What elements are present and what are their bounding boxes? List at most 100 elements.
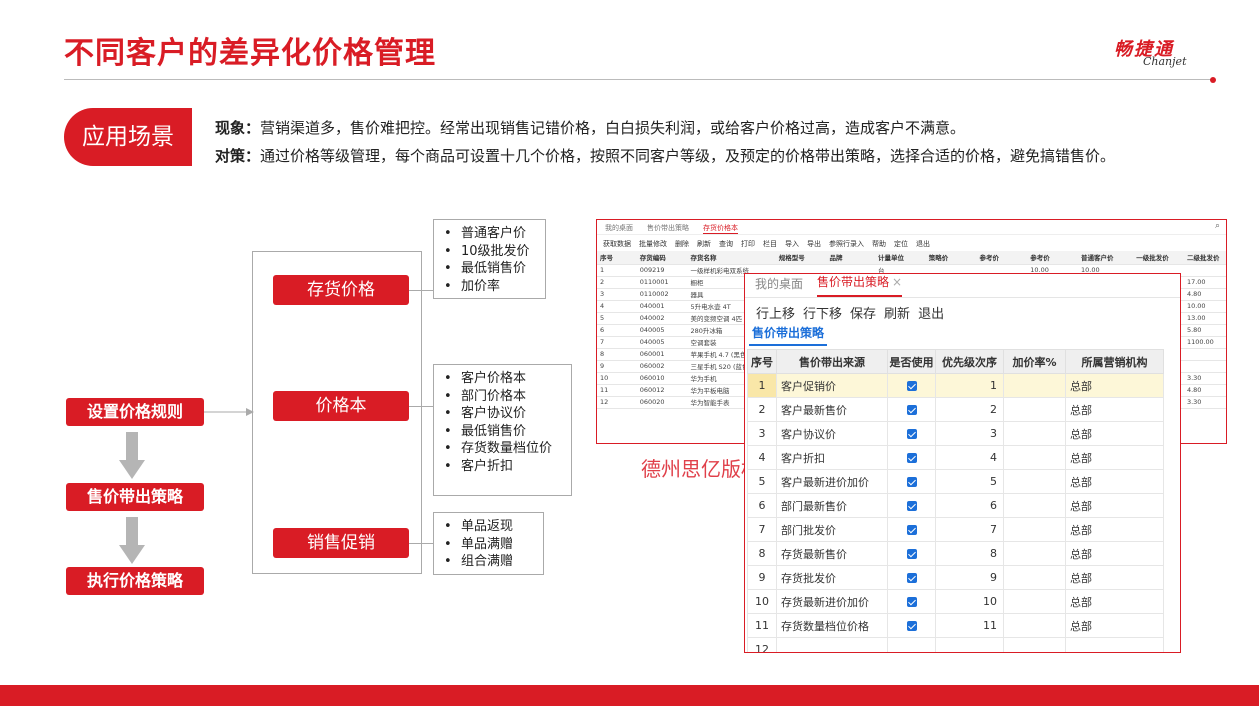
toolbar-button[interactable]: 帮助 [872, 239, 886, 251]
row-priority[interactable]: 9 [935, 565, 1004, 590]
row-used[interactable] [887, 613, 936, 638]
row-org[interactable]: 总部 [1065, 613, 1164, 638]
table-row[interactable]: 11 存货数量档位价格 11 总部 [747, 613, 1164, 638]
row-used[interactable] [887, 373, 936, 398]
checkbox-checked-icon[interactable] [906, 525, 917, 535]
row-priority[interactable]: 1 [935, 373, 1004, 398]
row-used[interactable] [887, 421, 936, 446]
row-used[interactable] [887, 565, 936, 590]
tab-price-strategy[interactable]: 售价带出策略 × [817, 274, 903, 297]
row-markup[interactable] [1003, 565, 1066, 590]
checkbox-checked-icon[interactable] [906, 501, 917, 511]
table-row[interactable]: 6 部门最新售价 6 总部 [747, 493, 1164, 518]
close-icon[interactable]: × [892, 275, 902, 289]
table-row[interactable]: 5 客户最新进价加价 5 总部 [747, 469, 1164, 494]
row-source[interactable]: 客户最新售价 [776, 397, 888, 422]
checkbox-checked-icon[interactable] [906, 621, 917, 631]
row-markup[interactable] [1003, 589, 1066, 614]
row-source[interactable]: 客户折扣 [776, 445, 888, 470]
row-priority[interactable]: 2 [935, 397, 1004, 422]
move-row-up-button[interactable]: 行上移 [756, 303, 795, 322]
row-source[interactable]: 存货数量档位价格 [776, 613, 888, 638]
row-source[interactable]: 存货批发价 [776, 565, 888, 590]
row-priority[interactable]: 6 [935, 493, 1004, 518]
table-row[interactable]: 9 存货批发价 9 总部 [747, 565, 1164, 590]
refresh-button[interactable]: 刷新 [884, 303, 910, 322]
checkbox-checked-icon[interactable] [906, 429, 917, 439]
row-priority[interactable]: 7 [935, 517, 1004, 542]
row-priority[interactable]: 11 [935, 613, 1004, 638]
row-markup[interactable] [1003, 421, 1066, 446]
row-source[interactable]: 客户最新进价加价 [776, 469, 888, 494]
row-source[interactable]: 部门批发价 [776, 517, 888, 542]
row-org[interactable]: 总部 [1065, 397, 1164, 422]
row-used[interactable] [887, 541, 936, 566]
checkbox-checked-icon[interactable] [906, 477, 917, 487]
table-row[interactable]: 10 存货最新进价加价 10 总部 [747, 589, 1164, 614]
row-markup[interactable] [1003, 613, 1066, 638]
search-icon[interactable]: ⌕ [1215, 221, 1220, 231]
row-markup[interactable] [1003, 445, 1066, 470]
row-org[interactable]: 总部 [1065, 469, 1164, 494]
row-org[interactable]: 总部 [1065, 589, 1164, 614]
row-markup[interactable] [1003, 493, 1066, 518]
table-row[interactable]: 2 客户最新售价 2 总部 [747, 397, 1164, 422]
row-priority[interactable]: 8 [935, 541, 1004, 566]
row-org[interactable] [1065, 637, 1164, 652]
toolbar-button[interactable]: 查询 [719, 239, 733, 251]
row-org[interactable]: 总部 [1065, 493, 1164, 518]
checkbox-checked-icon[interactable] [906, 381, 917, 391]
row-priority[interactable]: 10 [935, 589, 1004, 614]
toolbar-button[interactable]: 获取数据 [603, 239, 631, 251]
row-org[interactable]: 总部 [1065, 445, 1164, 470]
row-markup[interactable] [1003, 637, 1066, 652]
row-used[interactable] [887, 469, 936, 494]
tab-desktop[interactable]: 我的桌面 [755, 275, 803, 297]
row-used[interactable] [887, 445, 936, 470]
save-button[interactable]: 保存 [850, 303, 876, 322]
row-org[interactable]: 总部 [1065, 517, 1164, 542]
row-used[interactable] [887, 517, 936, 542]
toolbar-button[interactable]: 退出 [916, 239, 930, 251]
row-source[interactable]: 存货最新售价 [776, 541, 888, 566]
row-source[interactable]: 客户协议价 [776, 421, 888, 446]
toolbar-button[interactable]: 导入 [785, 239, 799, 251]
row-source[interactable]: 客户促销价 [776, 373, 888, 398]
row-org[interactable]: 总部 [1065, 541, 1164, 566]
table-row[interactable]: 4 客户折扣 4 总部 [747, 445, 1164, 470]
row-priority[interactable]: 5 [935, 469, 1004, 494]
toolbar-button[interactable]: 参照行录入 [829, 239, 864, 251]
row-priority[interactable]: 4 [935, 445, 1004, 470]
row-used[interactable] [887, 589, 936, 614]
checkbox-checked-icon[interactable] [906, 573, 917, 583]
checkbox-checked-icon[interactable] [906, 549, 917, 559]
checkbox-checked-icon[interactable] [906, 405, 917, 415]
tab-price-strategy[interactable]: 售价带出策略 [647, 223, 689, 234]
checkbox-checked-icon[interactable] [906, 453, 917, 463]
tab-inventory-price-book[interactable]: 存货价格本 [703, 223, 738, 234]
move-row-down-button[interactable]: 行下移 [803, 303, 842, 322]
table-row[interactable]: 3 客户协议价 3 总部 [747, 421, 1164, 446]
table-row[interactable]: 12 [747, 637, 1164, 652]
row-org[interactable]: 总部 [1065, 373, 1164, 398]
toolbar-button[interactable]: 批量修改 [639, 239, 667, 251]
row-markup[interactable] [1003, 541, 1066, 566]
row-priority[interactable]: 3 [935, 421, 1004, 446]
toolbar-button[interactable]: 导出 [807, 239, 821, 251]
checkbox-checked-icon[interactable] [906, 597, 917, 607]
row-used[interactable] [887, 397, 936, 422]
row-used[interactable] [887, 637, 936, 652]
row-used[interactable] [887, 493, 936, 518]
row-markup[interactable] [1003, 517, 1066, 542]
row-org[interactable]: 总部 [1065, 421, 1164, 446]
toolbar-button[interactable]: 定位 [894, 239, 908, 251]
toolbar-button[interactable]: 栏目 [763, 239, 777, 251]
row-markup[interactable] [1003, 469, 1066, 494]
row-org[interactable]: 总部 [1065, 565, 1164, 590]
subtab-price-strategy[interactable]: 售价带出策略 [749, 322, 828, 346]
row-source[interactable]: 存货最新进价加价 [776, 589, 888, 614]
exit-button[interactable]: 退出 [918, 303, 944, 322]
tab-desktop[interactable]: 我的桌面 [605, 223, 633, 234]
row-markup[interactable] [1003, 397, 1066, 422]
table-row[interactable]: 7 部门批发价 7 总部 [747, 517, 1164, 542]
